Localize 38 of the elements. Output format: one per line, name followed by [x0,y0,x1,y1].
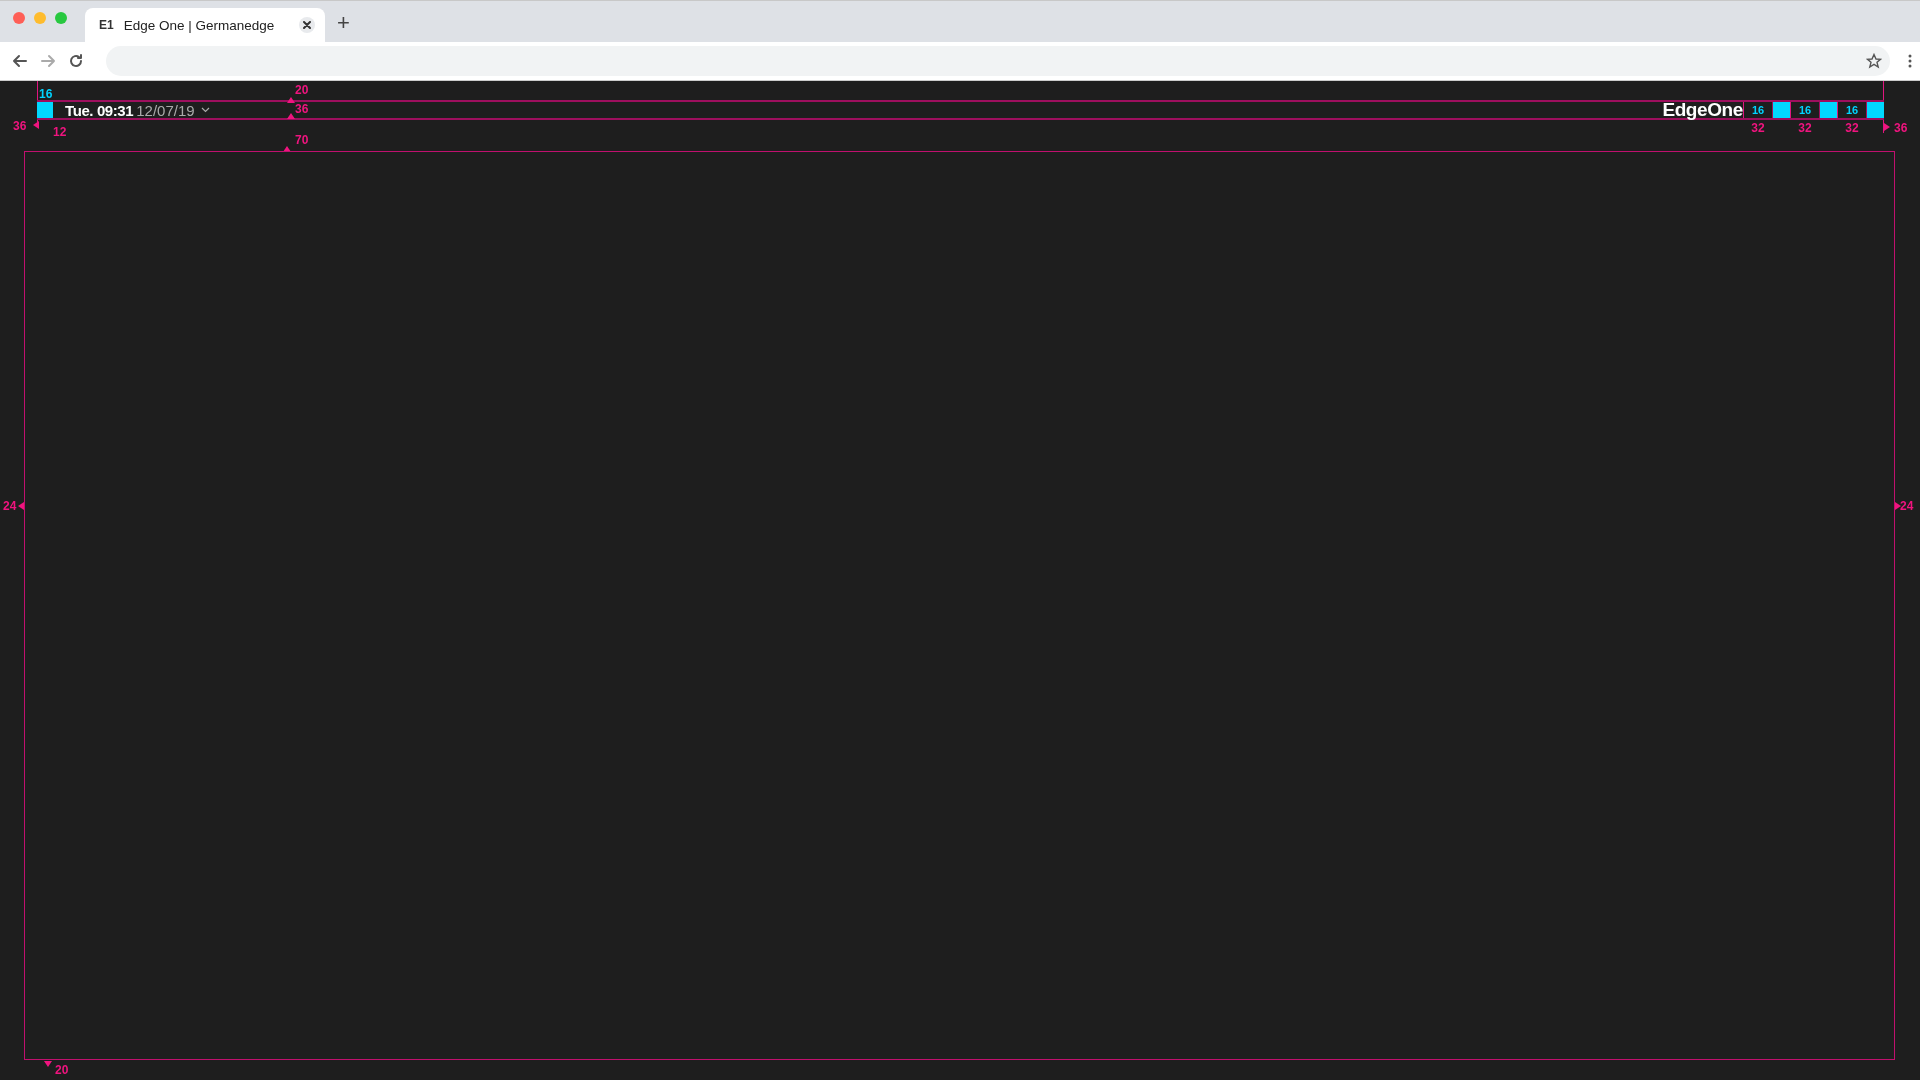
marker-icon [287,113,295,119]
marker-icon [18,502,24,510]
measurement-label: 36 [1894,121,1908,135]
measurement-label: 70 [295,133,309,147]
marker-icon [283,146,291,152]
placeholder-square [1773,102,1790,118]
date-label: 12/07/19 [136,101,195,119]
bookmark-star-icon[interactable] [1866,53,1882,69]
browser-tab[interactable]: E1 Edge One | Germanedge [85,8,325,42]
back-icon[interactable] [12,53,28,69]
time-label: Tue. 09:31 [65,101,134,119]
marker-icon [33,121,39,129]
measurement-label: 20 [295,83,309,97]
measurement-label: 20 [55,1063,69,1077]
menu-icon[interactable] [1908,54,1912,68]
measurement-label: 32 [1797,121,1813,135]
measurement-label: 24 [1900,499,1914,513]
new-tab-button[interactable]: + [337,10,350,36]
brand-name: EdgeOne [1662,99,1743,121]
reload-icon[interactable] [68,53,84,69]
measurement-label: 24 [3,499,17,513]
measurement-label: 12 [53,125,67,139]
measurement-label: 32 [1750,121,1766,135]
placeholder-square [1867,102,1884,118]
tab-favicon: E1 [99,18,114,32]
marker-icon [1884,123,1890,131]
marker-icon [1895,502,1901,510]
measurement-label: 36 [295,102,309,116]
measurement-label: 36 [13,119,27,133]
placeholder-square [1820,102,1837,118]
close-tab-icon[interactable] [299,17,315,33]
tab-title: Edge One | Germanedge [123,17,276,33]
chevron-down-icon[interactable] [200,107,210,113]
marker-icon [44,1061,52,1067]
measurement-label: 32 [1844,121,1860,135]
measurement-label: 16 [39,87,53,101]
marker-icon [287,97,295,103]
placeholder-square [37,102,53,118]
